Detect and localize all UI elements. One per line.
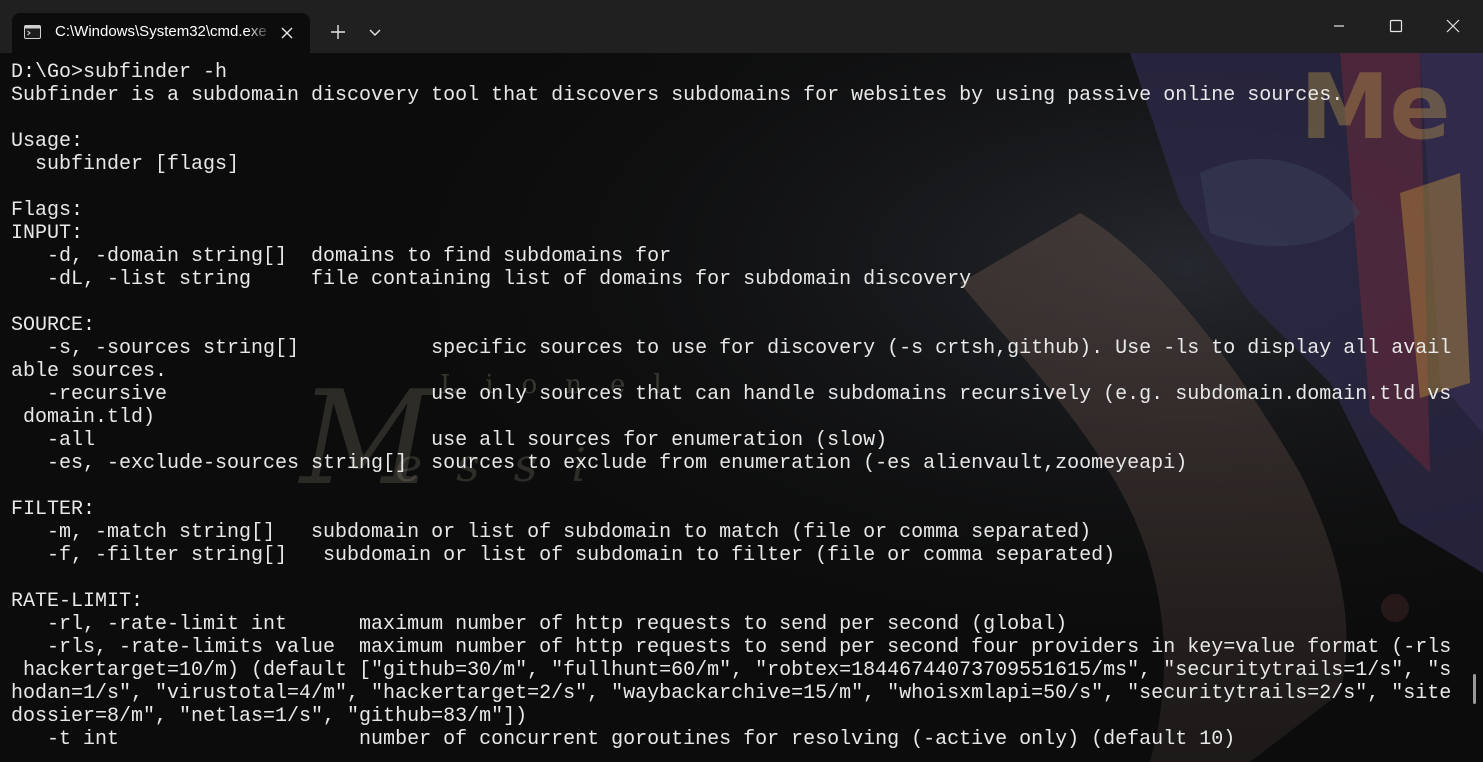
plus-icon[interactable] [322, 18, 354, 46]
terminal-line: domain.tld) [11, 406, 156, 429]
terminal-line: FILTER: [11, 498, 96, 521]
tab-cmd[interactable]: C:\Windows\System32\cmd.exe [12, 13, 310, 53]
console-icon [24, 25, 41, 39]
terminal-area[interactable]: Me Lionel M essi D:\Go>subfinder -h Subfi… [0, 53, 1483, 762]
terminal-line: Usage: [11, 130, 84, 153]
terminal-line: subfinder [flags] [11, 153, 240, 176]
terminal-line: -s, -sources string[] specific sources t… [11, 337, 1452, 360]
terminal-line: -m, -match string[] subdomain or list of… [11, 521, 1092, 544]
terminal-line: -rls, -rate-limits value maximum number … [11, 636, 1452, 659]
terminal-line: Subfinder is a subdomain discovery tool … [11, 84, 1344, 107]
terminal-line: RATE-LIMIT: [11, 590, 144, 613]
terminal-line: -f, -filter string[] subdomain or list o… [11, 544, 1116, 567]
terminal-line: D:\Go>subfinder -h [11, 61, 228, 84]
terminal-line: -recursive use only sources that can han… [11, 383, 1452, 406]
terminal-line: INPUT: [11, 222, 84, 245]
terminal-line: dossier=8/m", "netlas=1/s", "github=83/m… [11, 705, 528, 728]
minimize-icon[interactable] [1316, 8, 1362, 44]
close-icon[interactable] [1430, 8, 1476, 44]
tab-title: C:\Windows\System32\cmd.exe [55, 23, 267, 40]
terminal-line: SOURCE: [11, 314, 96, 337]
terminal-line: able sources. [11, 360, 168, 383]
terminal-output: D:\Go>subfinder -h Subfinder is a subdoma… [11, 61, 1461, 751]
terminal-line: hodan=1/s", "virustotal=4/m", "hackertar… [11, 682, 1452, 705]
terminal-window: C:\Windows\System32\cmd.exe Me Lionel M … [0, 0, 1483, 762]
chevron-down-icon[interactable] [360, 18, 390, 46]
terminal-line: -d, -domain string[] domains to find sub… [11, 245, 672, 268]
scrollbar-thumb[interactable] [1473, 674, 1476, 704]
terminal-line: -t int number of concurrent goroutines f… [11, 728, 1236, 751]
maximize-icon[interactable] [1373, 8, 1419, 44]
terminal-line: hackertarget=10/m) (default ["github=30/… [11, 659, 1452, 682]
close-icon[interactable] [276, 22, 298, 44]
terminal-line: -dL, -list string file containing list o… [11, 268, 972, 291]
terminal-line: -es, -exclude-sources string[] sources t… [11, 452, 1188, 475]
title-bar: C:\Windows\System32\cmd.exe [0, 0, 1483, 53]
terminal-line: -rl, -rate-limit int maximum number of h… [11, 613, 1068, 636]
terminal-line: Flags: [11, 199, 84, 222]
terminal-line: -all use all sources for enumeration (sl… [11, 429, 888, 452]
